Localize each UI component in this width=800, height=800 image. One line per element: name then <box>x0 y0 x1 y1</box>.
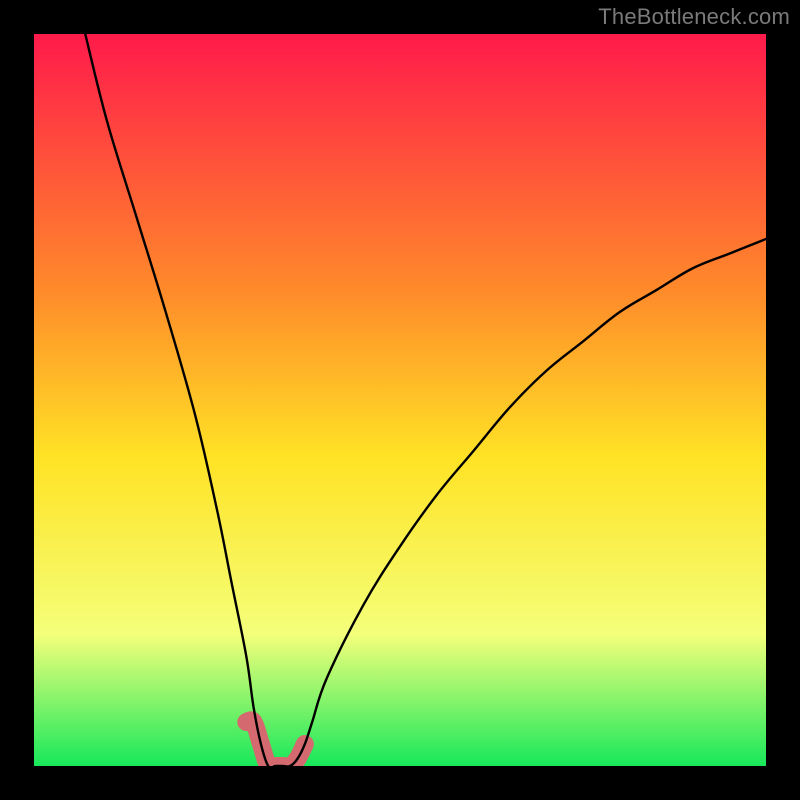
gradient-background <box>34 34 766 766</box>
watermark-text: TheBottleneck.com <box>598 4 790 30</box>
chart-frame: TheBottleneck.com <box>0 0 800 800</box>
plot-area <box>34 34 766 766</box>
bottleneck-chart <box>34 34 766 766</box>
